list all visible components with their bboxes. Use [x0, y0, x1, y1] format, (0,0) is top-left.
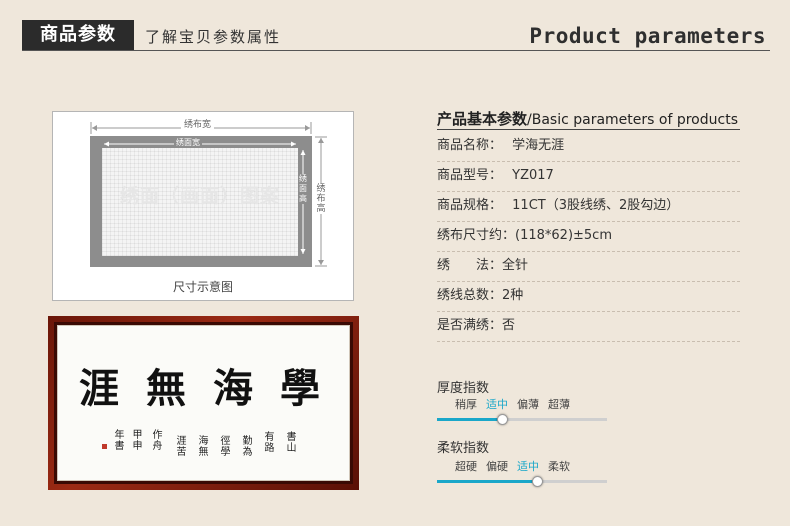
- param-row-threads: 绣线总数：2种: [437, 282, 740, 312]
- softness-options: 超硬 偏硬 适中 柔软: [455, 458, 579, 474]
- softness-option-active: 适中: [517, 460, 539, 473]
- diagram-caption: 尺寸示意图: [172, 280, 233, 294]
- param-value: 2种: [502, 288, 524, 303]
- inscription-col: 徑學: [220, 436, 231, 458]
- inscription-col: 勤為: [242, 436, 253, 458]
- inscription-col: 年書: [114, 430, 125, 452]
- inscription-col: 有路: [264, 432, 275, 454]
- param-value: 全针: [502, 258, 529, 273]
- canvas-watermark: 绣面（画面）图案: [119, 185, 280, 207]
- params-title-zh: 产品基本参数: [437, 110, 528, 128]
- section-subtitle: 了解宝贝参数属性: [145, 28, 282, 46]
- framed-artwork: 學 海 無 涯 書山 有路 勤為 徑學 海無 涯苦 作舟 甲申 年書: [48, 316, 359, 490]
- inscription-col: 海無: [198, 436, 209, 458]
- param-label: 是否满绣：: [437, 318, 503, 333]
- params-title: 产品基本参数/Basic parameters of products: [437, 108, 738, 129]
- frame-inner-border: 學 海 無 涯 書山 有路 勤為 徑學 海無 涯苦 作舟 甲申 年書: [54, 322, 353, 484]
- softness-option: 超硬: [455, 460, 477, 473]
- param-label: 商品型号：: [437, 168, 503, 183]
- softness-option: 偏硬: [486, 460, 508, 473]
- param-row-model: 商品型号： YZ017: [437, 162, 740, 192]
- softness-title: 柔软指数: [437, 441, 490, 456]
- inscription-col: 作舟: [152, 430, 163, 452]
- thickness-track[interactable]: [437, 414, 607, 425]
- canvas-width-label: 绣面宽: [174, 138, 202, 147]
- inscription-col: 涯苦: [176, 436, 187, 458]
- thickness-fill: [437, 418, 502, 421]
- thickness-option-active: 适中: [486, 398, 508, 411]
- thickness-option: 稍厚: [455, 398, 477, 411]
- inscription-col: 書山: [286, 432, 297, 454]
- param-label: 绣布尺寸约：: [437, 228, 516, 243]
- thickness-option: 超薄: [548, 398, 570, 411]
- param-value: 学海无涯: [512, 138, 565, 153]
- seal-stamp-icon: [102, 444, 107, 449]
- param-row-spec: 商品规格： 11CT（3股线绣、2股勾边）: [437, 192, 740, 222]
- inscription-col: 甲申: [132, 430, 143, 452]
- params-title-divider: [437, 129, 740, 130]
- size-diagram: 绣布宽 绣面宽 绣面高 绣面（画面）图案 绣布高 尺寸示意图: [52, 111, 354, 301]
- header-divider: [22, 50, 770, 51]
- section-badge: 商品参数: [22, 20, 134, 50]
- calligraphy-char-2: 海: [213, 365, 253, 412]
- calligraphy-char-4: 涯: [79, 365, 119, 412]
- softness-track[interactable]: [437, 476, 607, 487]
- softness-option: 柔软: [548, 460, 570, 473]
- cloth-height-label: 绣布高: [316, 184, 326, 214]
- thickness-knob[interactable]: [497, 414, 508, 425]
- param-row-method: 绣 法：全针: [437, 252, 740, 282]
- calligraphy-char-3: 無: [146, 365, 186, 412]
- param-value: (118*62)±5cm: [515, 228, 612, 243]
- thickness-title: 厚度指数: [437, 381, 490, 396]
- param-row-full: 是否满绣：否: [437, 312, 740, 342]
- cloth-width-label: 绣布宽: [181, 121, 215, 130]
- param-value: 否: [502, 318, 516, 333]
- param-value: 11CT（3股线绣、2股勾边）: [512, 198, 680, 213]
- param-label: 商品规格：: [437, 198, 503, 213]
- canvas-height-label: 绣面高: [298, 174, 308, 204]
- param-label: 商品名称：: [437, 138, 503, 153]
- softness-fill: [437, 480, 537, 483]
- param-row-size: 绣布尺寸约：(118*62)±5cm: [437, 222, 740, 252]
- params-title-en: /Basic parameters of products: [527, 112, 738, 128]
- param-value: YZ017: [512, 168, 554, 183]
- softness-knob[interactable]: [532, 476, 543, 487]
- param-label: 绣 法：: [437, 258, 503, 273]
- artwork-mat: 學 海 無 涯 書山 有路 勤為 徑學 海無 涯苦 作舟 甲申 年書: [57, 325, 350, 481]
- param-label: 绣线总数：: [437, 288, 503, 303]
- thickness-option: 偏薄: [517, 398, 539, 411]
- thickness-options: 稍厚 适中 偏薄 超薄: [455, 396, 579, 412]
- section-title-en: Product parameters: [529, 24, 766, 48]
- calligraphy-char-1: 學: [280, 365, 320, 412]
- param-row-name: 商品名称： 学海无涯: [437, 132, 740, 162]
- cloth-area: 绣面宽 绣面高 绣面（画面）图案: [90, 136, 312, 267]
